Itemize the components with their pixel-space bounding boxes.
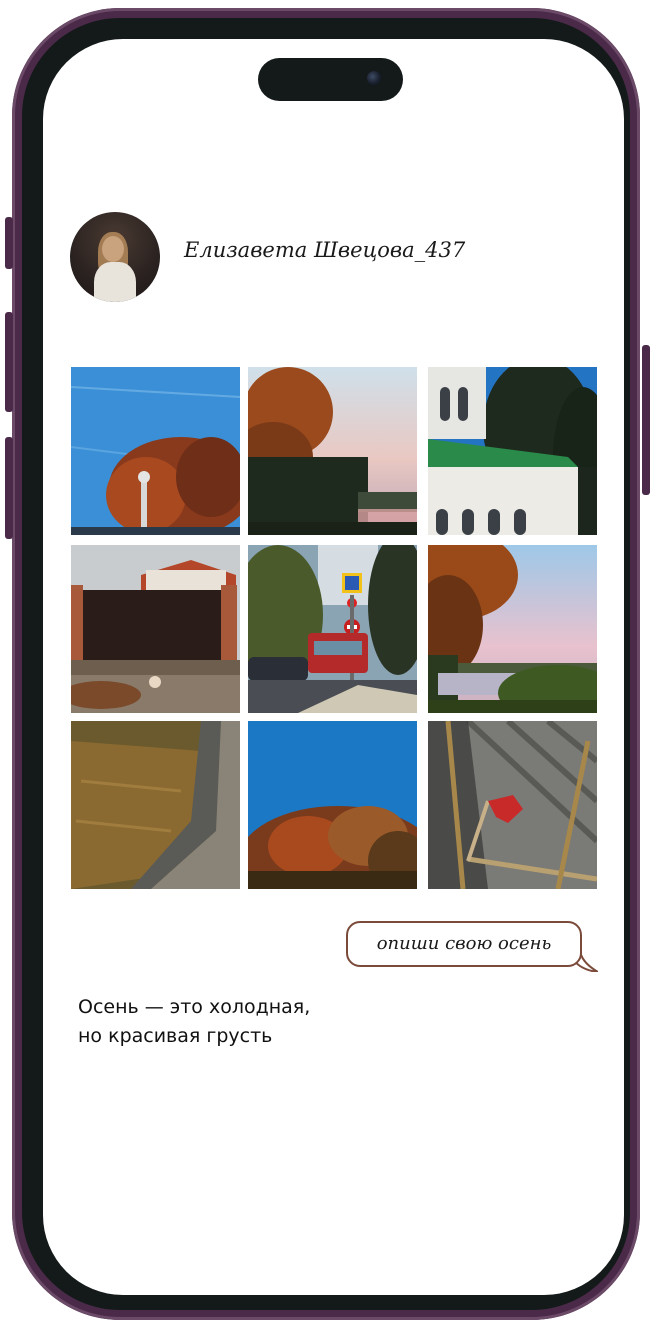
gallery-photo-2[interactable] (248, 367, 417, 535)
power-button (642, 345, 650, 495)
volume-down-button (5, 437, 13, 539)
gallery-photo-4[interactable] (71, 545, 240, 713)
gallery-photo-6[interactable] (428, 545, 597, 713)
quote-line-1: Осень — это холодная, (78, 996, 311, 1018)
dynamic-island (258, 58, 403, 101)
action-button (5, 217, 13, 269)
gallery-photo-1[interactable] (71, 367, 240, 535)
gallery-photo-5[interactable] (248, 545, 417, 713)
volume-up-button (5, 312, 13, 412)
gallery-photo-8[interactable] (248, 721, 417, 889)
autumn-quote: Осень — это холодная, но красивая грусть (78, 993, 398, 1051)
prompt-bubble-text: опиши свою осень (376, 933, 552, 954)
gallery-photo-3[interactable] (428, 367, 597, 535)
avatar[interactable] (70, 212, 160, 302)
gallery-photo-7[interactable] (71, 721, 240, 889)
gallery-photo-9[interactable] (428, 721, 597, 889)
front-camera-icon (367, 71, 381, 85)
quote-line-2: но красивая грусть (78, 1025, 273, 1047)
profile-username[interactable]: Елизавета Швецова_437 (184, 238, 465, 262)
